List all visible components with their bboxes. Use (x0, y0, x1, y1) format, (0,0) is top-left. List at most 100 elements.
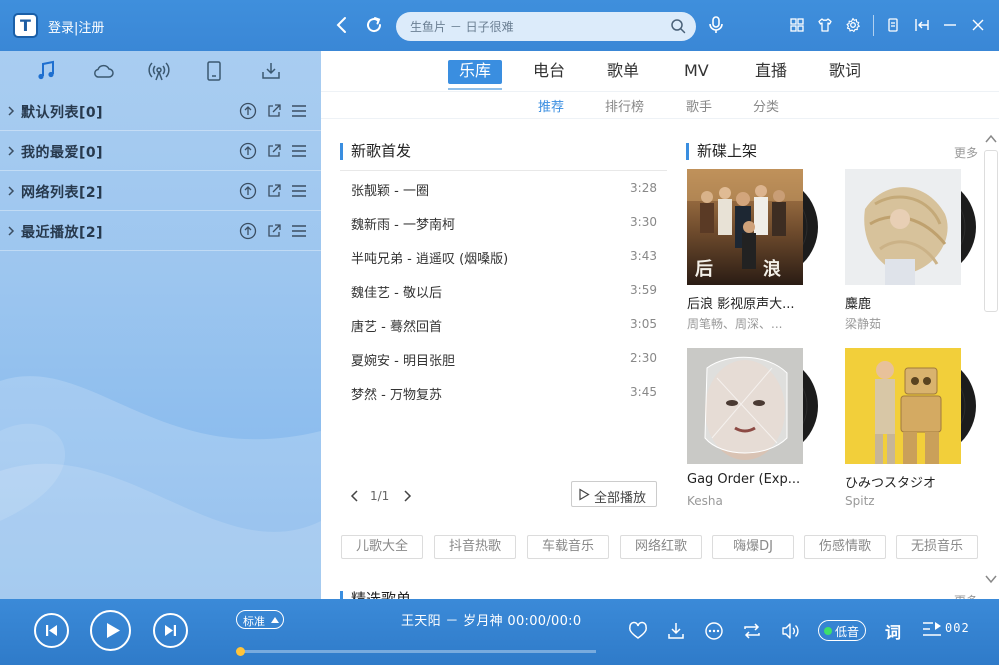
scroll-down-icon[interactable] (985, 574, 997, 584)
album-cover[interactable] (845, 348, 995, 464)
upload-circle-icon[interactable] (239, 222, 257, 240)
genre-tag[interactable]: 无损音乐 (896, 535, 978, 559)
repeat-icon[interactable] (742, 621, 762, 641)
song-row[interactable]: 唐艺 - 蓦然回首 3:05 (340, 307, 667, 341)
lyrics-toggle-button[interactable]: 词 (885, 619, 901, 643)
tab-radio[interactable]: 电台 (533, 60, 565, 84)
album-title[interactable]: ひみつスタジオ (845, 472, 970, 491)
song-row[interactable]: 张靓颖 - 一圈 3:28 (340, 171, 667, 205)
chevron-right-icon[interactable] (6, 183, 16, 199)
upload-circle-icon[interactable] (239, 102, 257, 120)
download-icon[interactable] (260, 60, 282, 82)
genre-tag[interactable]: 儿歌大全 (341, 535, 423, 559)
playlist-row[interactable]: 网络列表[2] (0, 171, 321, 211)
album-title[interactable]: Gag Order (Exp... (687, 472, 812, 487)
volume-icon[interactable] (780, 621, 800, 641)
menu-lines-icon[interactable] (290, 222, 308, 240)
chevron-right-icon[interactable] (6, 143, 16, 159)
upload-circle-icon[interactable] (239, 142, 257, 160)
song-name[interactable]: 半吨兄弟 - 逍遥叹 (烟嗓版) (351, 248, 508, 267)
apps-grid-icon[interactable] (789, 17, 805, 33)
settings-gear-icon[interactable] (845, 17, 861, 33)
album-title[interactable]: 麋鹿 (845, 293, 970, 312)
chevron-right-icon[interactable] (6, 103, 16, 119)
play-all-button[interactable]: 全部播放 (571, 481, 657, 507)
album-cover[interactable] (845, 169, 995, 285)
song-row[interactable]: 梦然 - 万物复苏 3:45 (340, 375, 667, 409)
radio-signal-icon[interactable] (148, 60, 170, 82)
song-row[interactable]: 魏新雨 - 一梦南柯 3:30 (340, 205, 667, 239)
subtab-artists[interactable]: 歌手 (686, 96, 712, 115)
scroll-thumb[interactable] (984, 150, 998, 312)
album-title[interactable]: 后浪 影视原声大... (687, 293, 812, 312)
song-row[interactable]: 半吨兄弟 - 逍遥叹 (烟嗓版) 3:43 (340, 239, 667, 273)
genre-tag[interactable]: 伤感情歌 (804, 535, 886, 559)
quality-selector[interactable]: 标准 (236, 610, 284, 629)
collapse-panel-icon[interactable] (914, 17, 930, 33)
album-cover[interactable] (687, 348, 837, 464)
audio-quality-badge[interactable]: 低音 (818, 620, 866, 641)
album-artist[interactable]: Spitz (845, 494, 970, 508)
cloud-icon[interactable] (92, 60, 114, 82)
tab-playlists[interactable]: 歌单 (607, 60, 639, 84)
menu-lines-icon[interactable] (290, 182, 308, 200)
pager-prev-icon[interactable] (348, 489, 362, 503)
next-track-button[interactable] (153, 613, 188, 648)
scroll-up-icon[interactable] (985, 134, 997, 144)
song-name[interactable]: 梦然 - 万物复苏 (351, 384, 442, 403)
share-external-icon[interactable] (265, 182, 283, 200)
genre-tag[interactable]: 车载音乐 (527, 535, 609, 559)
mini-mode-icon[interactable] (885, 17, 901, 33)
search-icon[interactable] (670, 18, 686, 34)
share-external-icon[interactable] (265, 222, 283, 240)
heart-icon[interactable] (628, 621, 648, 641)
song-name[interactable]: 唐艺 - 蓦然回首 (351, 316, 442, 335)
tab-music-library[interactable]: 乐库 (448, 60, 503, 84)
playlist-queue-icon[interactable] (921, 619, 943, 639)
album-cover[interactable]: 后浪 (687, 169, 837, 285)
more-options-icon[interactable] (704, 621, 724, 641)
tab-lyrics[interactable]: 歌词 (829, 60, 861, 84)
device-icon[interactable] (203, 60, 225, 82)
share-external-icon[interactable] (265, 102, 283, 120)
genre-tag[interactable]: 抖音热歌 (434, 535, 516, 559)
search-input[interactable] (410, 18, 660, 36)
album-artist[interactable]: 周笔畅、周深、... (687, 315, 812, 332)
album-artist[interactable]: 梁静茹 (845, 315, 970, 332)
album-artist[interactable]: Kesha (687, 494, 812, 508)
playlist-row[interactable]: 最近播放[2] (0, 211, 321, 251)
close-icon[interactable] (970, 17, 986, 33)
pager-next-icon[interactable] (400, 489, 414, 503)
refresh-icon[interactable] (364, 15, 384, 35)
new-albums-more-link[interactable]: 更多 (954, 144, 978, 161)
login-register-link[interactable]: 登录|注册 (48, 17, 104, 36)
song-name[interactable]: 夏婉安 - 明目张胆 (351, 350, 455, 369)
genre-tag[interactable]: 嗨爆DJ (712, 535, 794, 559)
tab-mv[interactable]: MV (684, 60, 709, 84)
song-name[interactable]: 魏佳艺 - 敬以后 (351, 282, 442, 301)
play-button[interactable] (90, 610, 131, 651)
tab-live[interactable]: 直播 (755, 60, 787, 84)
upload-circle-icon[interactable] (239, 182, 257, 200)
music-note-icon[interactable] (35, 60, 57, 82)
progress-handle[interactable] (236, 647, 245, 656)
playlist-row[interactable]: 默认列表[0] (0, 91, 321, 131)
menu-lines-icon[interactable] (290, 102, 308, 120)
menu-lines-icon[interactable] (290, 142, 308, 160)
subtab-categories[interactable]: 分类 (753, 96, 779, 115)
song-name[interactable]: 魏新雨 - 一梦南柯 (351, 214, 455, 233)
minimize-icon[interactable] (942, 17, 958, 33)
share-external-icon[interactable] (265, 142, 283, 160)
back-arrow-icon[interactable] (332, 15, 352, 35)
genre-tag[interactable]: 网络红歌 (620, 535, 702, 559)
download-icon[interactable] (666, 621, 686, 641)
featured-more-link[interactable]: 更多 (954, 592, 978, 599)
song-row[interactable]: 夏婉安 - 明目张胆 2:30 (340, 341, 667, 375)
song-name[interactable]: 张靓颖 - 一圈 (351, 180, 429, 199)
chevron-right-icon[interactable] (6, 223, 16, 239)
subtab-recommend[interactable]: 推荐 (538, 96, 564, 115)
content-scrollbar[interactable] (982, 132, 999, 592)
skin-shirt-icon[interactable] (817, 17, 833, 33)
song-row[interactable]: 魏佳艺 - 敬以后 3:59 (340, 273, 667, 307)
microphone-icon[interactable] (707, 15, 725, 35)
